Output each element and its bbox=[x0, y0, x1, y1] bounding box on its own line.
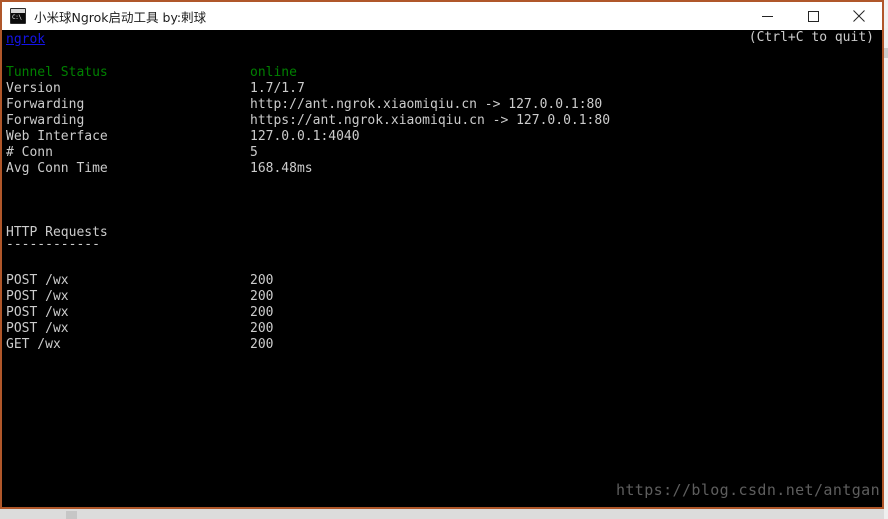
quit-hint: (Ctrl+C to quit) bbox=[748, 30, 874, 45]
request-status-code: 200 bbox=[250, 321, 274, 336]
scrollbar-thumb[interactable] bbox=[884, 48, 888, 58]
status-value: http://ant.ngrok.xiaomiqiu.cn -> 127.0.0… bbox=[250, 97, 603, 112]
request-status-code: 200 bbox=[250, 337, 274, 352]
request-method-path: GET /wx bbox=[6, 337, 61, 352]
icon-prompt-text: C:\ bbox=[12, 14, 22, 21]
status-label: Tunnel Status bbox=[6, 65, 108, 80]
console-window-icon: C:\ bbox=[10, 8, 26, 24]
status-row-tunnel-status: Tunnel Status online bbox=[6, 65, 297, 81]
request-row: GET /wx 200 bbox=[6, 337, 273, 353]
status-row-conn-count: # Conn 5 bbox=[6, 145, 258, 161]
page-scrollbar[interactable] bbox=[884, 28, 888, 519]
status-label: Forwarding bbox=[6, 113, 85, 128]
window-titlebar[interactable]: C:\ 小米球Ngrok启动工具 by:剌球 bbox=[2, 2, 882, 30]
taskbar-nub bbox=[66, 511, 77, 519]
request-status-code: 200 bbox=[250, 305, 274, 320]
console-text-buffer: ngrok (Ctrl+C to quit) Tunnel Status onli… bbox=[2, 30, 882, 507]
status-label: # Conn bbox=[6, 145, 53, 160]
request-method-path: POST /wx bbox=[6, 289, 69, 304]
status-row-web-interface: Web Interface 127.0.0.1:4040 bbox=[6, 129, 360, 145]
maximize-button[interactable] bbox=[790, 2, 836, 30]
request-status-code: 200 bbox=[250, 289, 274, 304]
request-row: POST /wx 200 bbox=[6, 273, 273, 289]
request-status-code: 200 bbox=[250, 273, 274, 288]
status-value: https://ant.ngrok.xiaomiqiu.cn -> 127.0.… bbox=[250, 113, 611, 128]
ngrok-link[interactable]: ngrok bbox=[6, 32, 45, 47]
status-label: Forwarding bbox=[6, 97, 85, 112]
request-row: POST /wx 200 bbox=[6, 305, 273, 321]
status-value: 168.48ms bbox=[250, 161, 313, 176]
status-row-avg-conn-time: Avg Conn Time 168.48ms bbox=[6, 161, 313, 177]
status-value: 127.0.0.1:4040 bbox=[250, 129, 360, 144]
console-output-area[interactable]: ngrok (Ctrl+C to quit) Tunnel Status onli… bbox=[2, 30, 882, 507]
window-controls bbox=[744, 2, 882, 30]
request-row: POST /wx 200 bbox=[6, 321, 273, 337]
ngrok-console-window: C:\ 小米球Ngrok启动工具 by:剌球 ngrok (Ctrl+C to … bbox=[0, 0, 884, 509]
close-button[interactable] bbox=[836, 2, 882, 30]
request-method-path: POST /wx bbox=[6, 273, 69, 288]
status-label: Avg Conn Time bbox=[6, 161, 108, 176]
status-label: Version bbox=[6, 81, 61, 96]
http-requests-divider: ------------ bbox=[6, 237, 100, 252]
window-title: 小米球Ngrok启动工具 by:剌球 bbox=[34, 9, 207, 25]
request-method-path: POST /wx bbox=[6, 305, 69, 320]
status-value: 5 bbox=[250, 145, 258, 160]
status-row-forwarding-http: Forwarding http://ant.ngrok.xiaomiqiu.cn … bbox=[6, 97, 602, 113]
status-value: online bbox=[250, 65, 297, 80]
ngrok-title-line: ngrok bbox=[6, 32, 45, 48]
status-row-forwarding-https: Forwarding https://ant.ngrok.xiaomiqiu.cn… bbox=[6, 113, 610, 129]
status-label: Web Interface bbox=[6, 129, 108, 144]
status-value: 1.7/1.7 bbox=[250, 81, 305, 96]
csdn-watermark: https://blog.csdn.net/antgan bbox=[615, 481, 880, 499]
status-row-version: Version 1.7/1.7 bbox=[6, 81, 305, 97]
request-method-path: POST /wx bbox=[6, 321, 69, 336]
minimize-button[interactable] bbox=[744, 2, 790, 30]
request-row: POST /wx 200 bbox=[6, 289, 273, 305]
